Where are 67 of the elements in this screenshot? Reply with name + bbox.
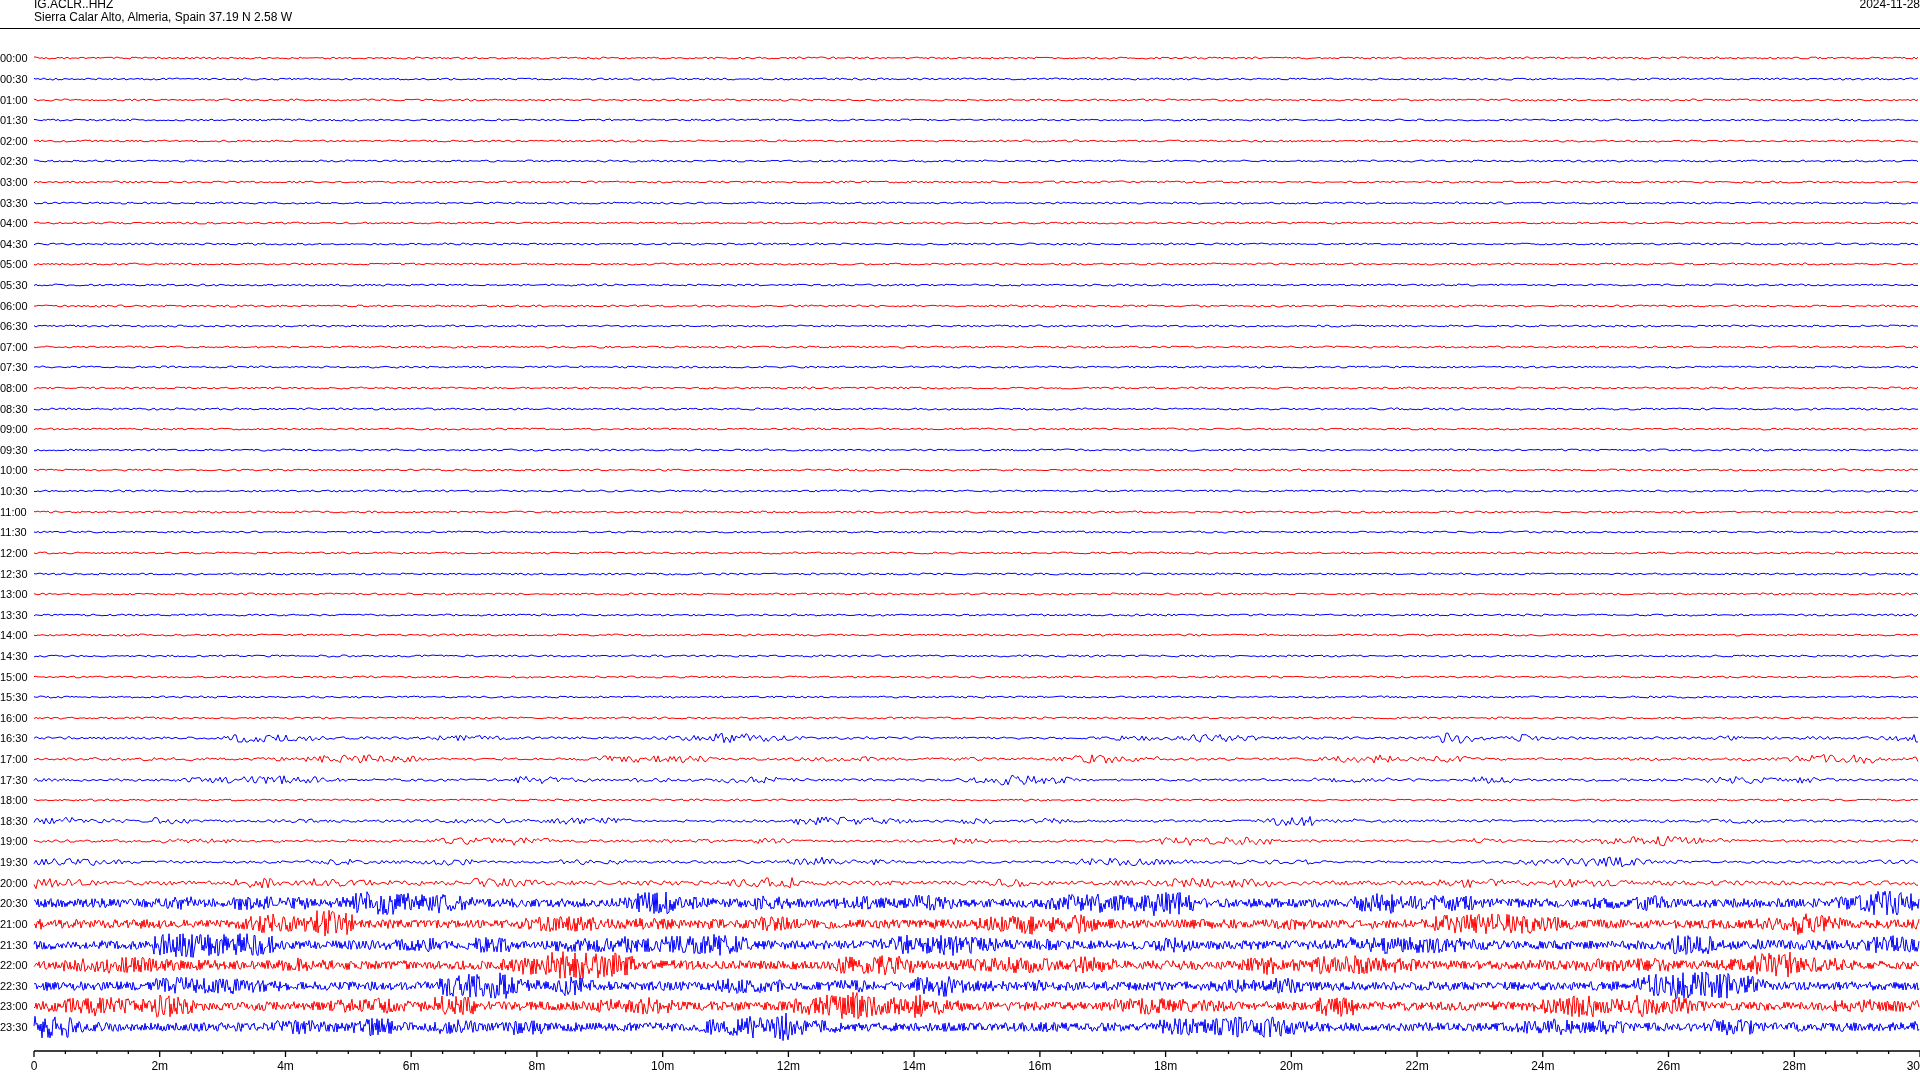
- axis-tick-label: 12m: [776, 1059, 801, 1074]
- trace-time-label: 10:30: [0, 485, 29, 498]
- trace-time-label: 00:00: [0, 52, 29, 65]
- trace-time-label: 02:00: [0, 134, 29, 147]
- trace-time-label: 15:30: [0, 691, 29, 704]
- trace-time-label: 04:30: [0, 237, 29, 250]
- trace-time-label: 23:00: [0, 1000, 29, 1013]
- trace-time-label: 11:00: [0, 505, 28, 518]
- trace-time-label: 14:00: [0, 629, 29, 642]
- trace-time-label: 16:30: [0, 732, 29, 745]
- trace-time-label: 17:00: [0, 753, 29, 765]
- trace-time-label: 05:00: [0, 258, 29, 271]
- trace-time-label: 22:00: [0, 959, 29, 972]
- axis-tick-label: 22m: [1405, 1059, 1429, 1074]
- axis-tick-label: 18m: [1153, 1059, 1178, 1074]
- trace-time-label: 15:00: [0, 670, 29, 683]
- trace-time-label: 18:00: [0, 794, 29, 807]
- trace-time-label: 21:30: [0, 938, 29, 951]
- trace-time-label: 01:00: [0, 93, 29, 106]
- trace-time-label: 06:30: [0, 320, 29, 333]
- trace-time-label: 03:00: [0, 175, 29, 188]
- trace-time-label: 18:30: [0, 814, 29, 827]
- axis-tick-label: 4m: [277, 1059, 294, 1074]
- trace-time-label: 02:30: [0, 155, 29, 168]
- trace-time-label: 00:30: [0, 72, 29, 85]
- trace-time-label: 17:30: [0, 773, 29, 786]
- trace-time-label: 08:00: [0, 382, 29, 395]
- trace-time-label: 06:00: [0, 299, 29, 312]
- trace-time-label: 07:30: [0, 361, 29, 374]
- axis-tick-label: 2m: [151, 1059, 169, 1074]
- trace-time-label: 12:30: [0, 567, 29, 580]
- trace-time-label: 16:00: [0, 711, 29, 724]
- axis-tick-label: 8m: [528, 1059, 546, 1074]
- trace-time-label: 10:00: [0, 464, 29, 477]
- axis-tick-label: 30: [1906, 1059, 1920, 1074]
- trace-time-label: 13:00: [0, 588, 29, 601]
- trace-time-label: 12:00: [0, 546, 29, 559]
- axis-tick-label: 24m: [1531, 1059, 1555, 1074]
- trace-time-label: 20:00: [0, 876, 29, 889]
- axis-tick-label: 14m: [902, 1059, 926, 1074]
- axis-tick-label: 0: [30, 1059, 38, 1074]
- trace-time-label: 20:30: [0, 897, 29, 910]
- trace-time-label: 19:30: [0, 856, 29, 869]
- station-location: Sierra Calar Alto, Almeria, Spain 37.19 N 2.58 W: [34, 11, 293, 24]
- trace-time-label: 05:30: [0, 279, 29, 291]
- trace-time-label: 07:00: [0, 340, 29, 353]
- trace-time-label: 03:30: [0, 196, 29, 209]
- trace-time-label: 13:30: [0, 608, 29, 621]
- trace-time-label: 04:00: [0, 217, 29, 230]
- axis-tick-label: 28m: [1782, 1059, 1806, 1074]
- axis-tick-label: 16m: [1028, 1059, 1052, 1074]
- axis-tick-label: 6m: [402, 1059, 420, 1074]
- trace-time-label: 01:30: [0, 114, 29, 127]
- trace-time-label: 21:00: [0, 917, 29, 930]
- trace-time-label: 08:30: [0, 402, 29, 415]
- trace-time-label: 19:00: [0, 835, 29, 848]
- trace-time-label: 23:30: [0, 1020, 29, 1033]
- trace-time-label: 22:30: [0, 979, 29, 992]
- axis-tick-label: 20m: [1279, 1059, 1303, 1074]
- plot-date: 2024-11-28: [1859, 0, 1920, 11]
- axis-tick-label: 26m: [1656, 1059, 1681, 1074]
- trace-time-label: 09:00: [0, 423, 29, 436]
- station-code: IG.ACLR..HHZ: [34, 0, 115, 11]
- trace-time-label: 09:30: [0, 443, 29, 456]
- axis-tick-label: 10m: [651, 1059, 675, 1074]
- trace-time-label: 14:30: [0, 649, 29, 662]
- trace-time-label: 11:30: [0, 526, 28, 539]
